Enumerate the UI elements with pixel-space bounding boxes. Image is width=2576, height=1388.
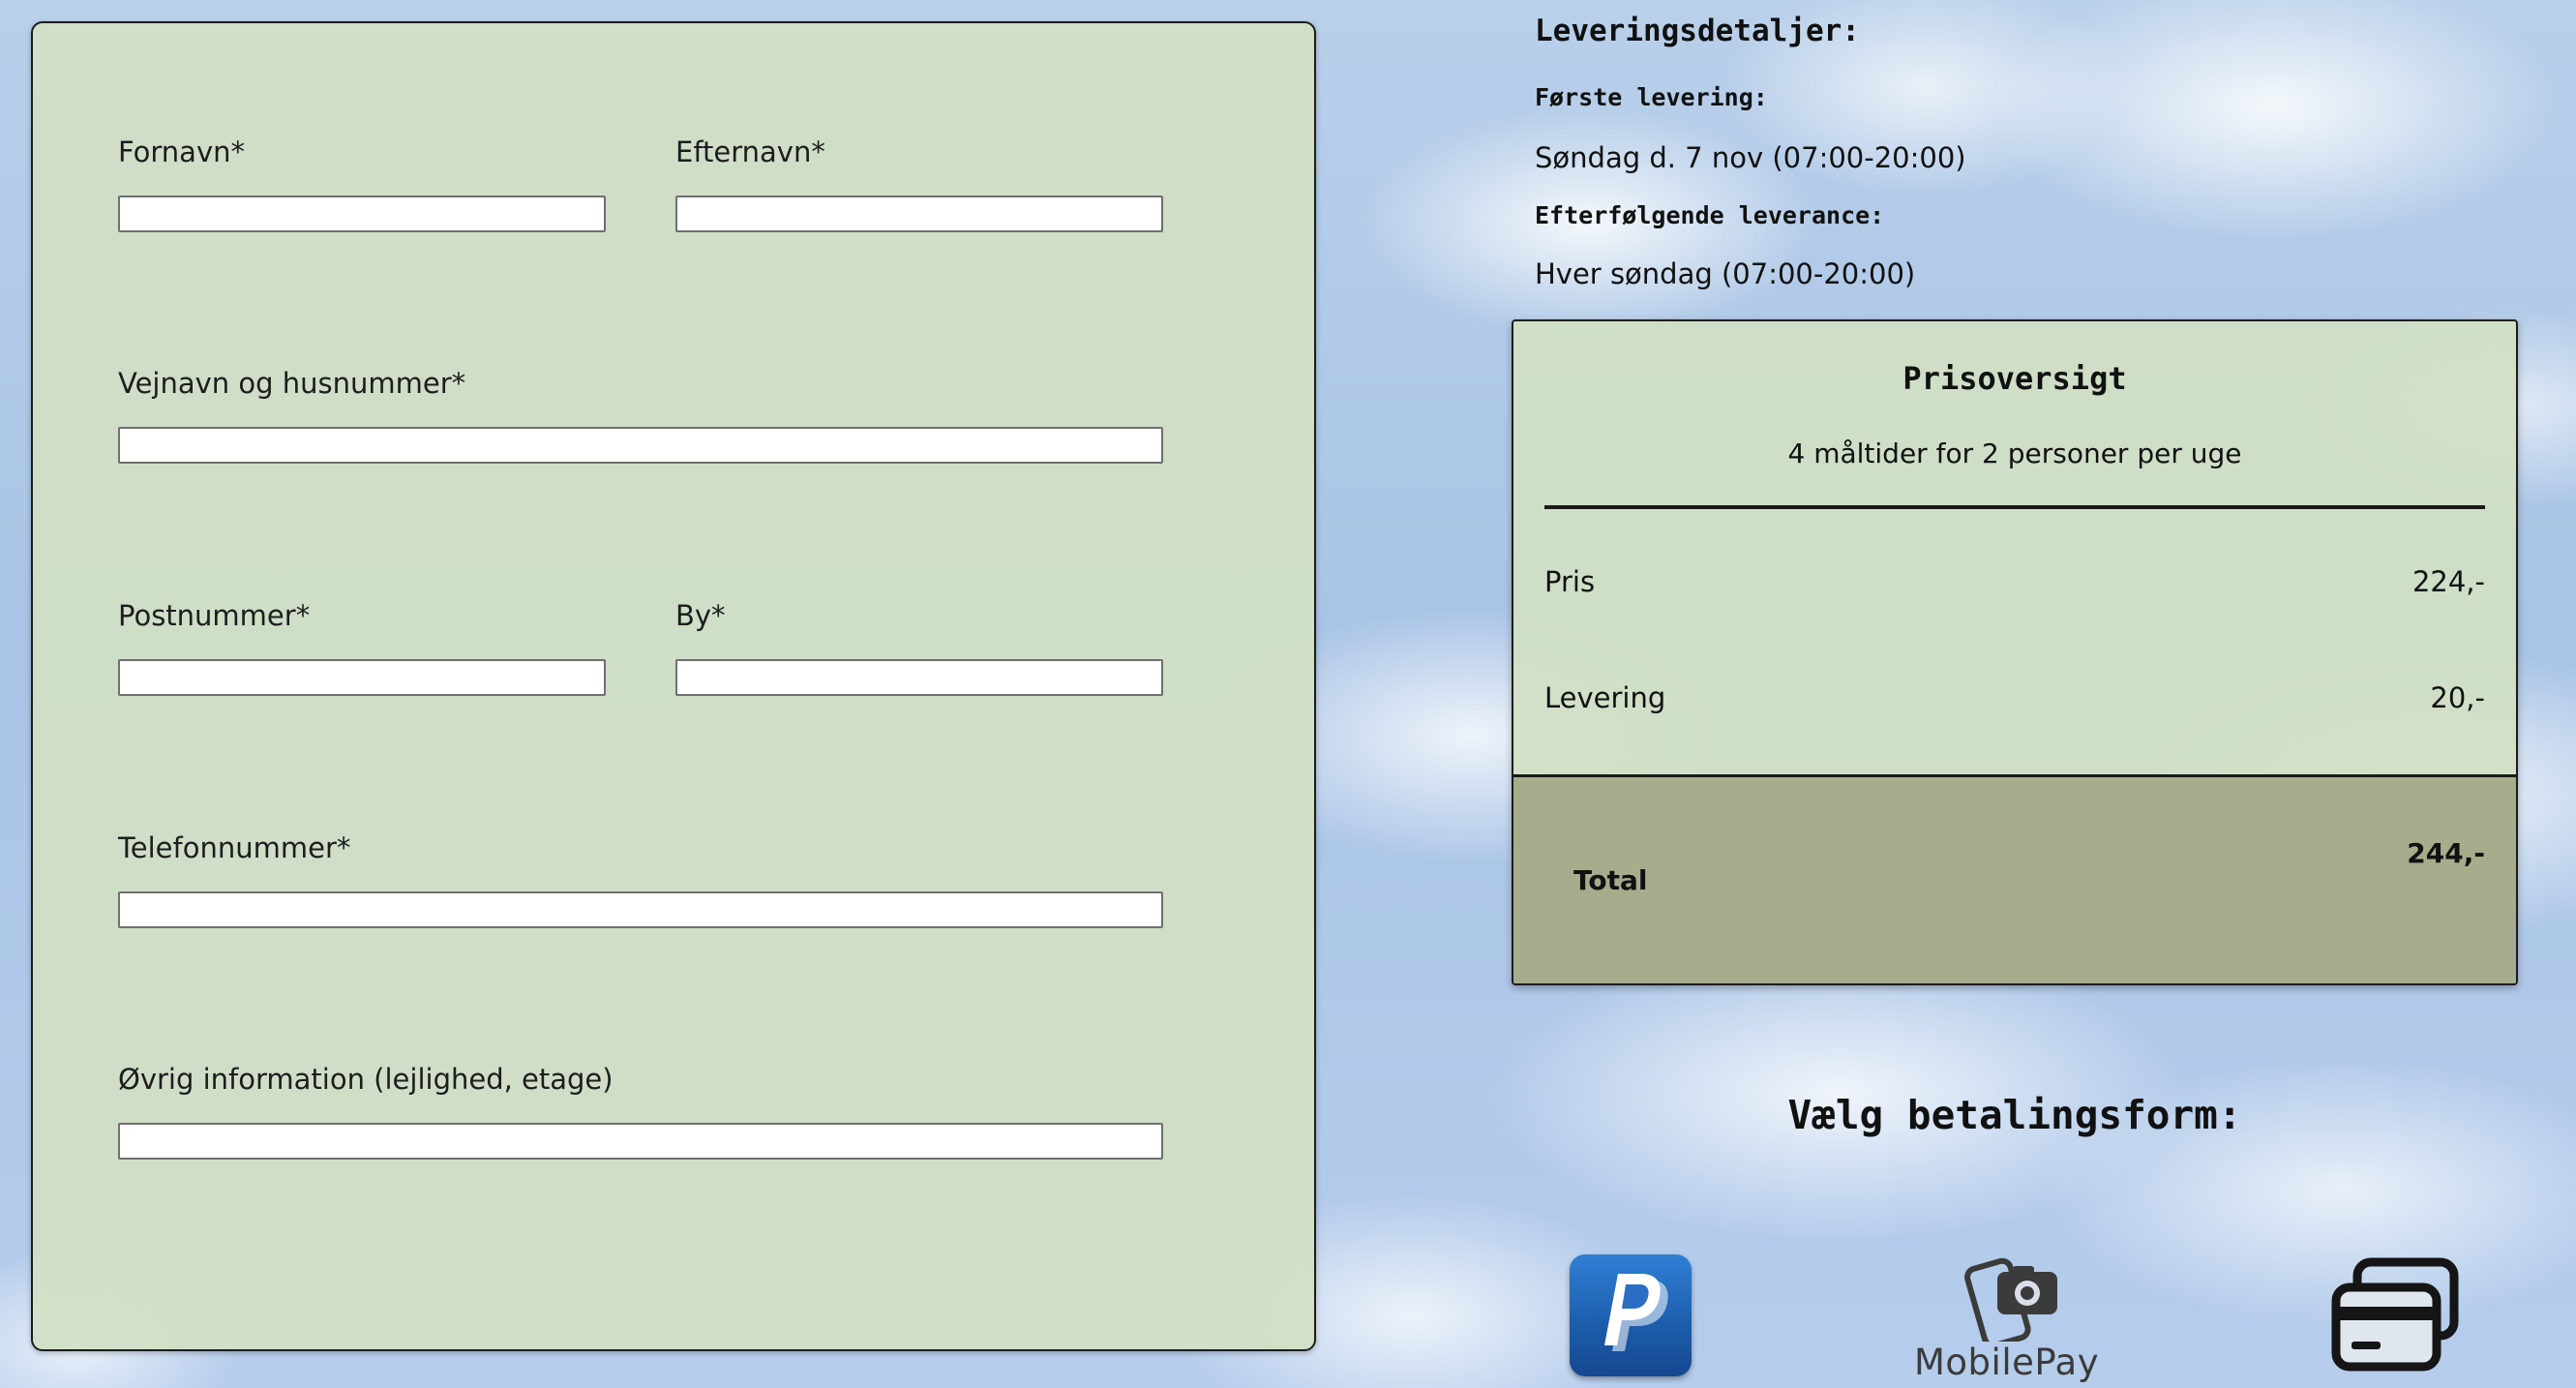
total-row: Total 244,- (1513, 774, 2516, 983)
price-row-value: 224,- (2411, 565, 2485, 598)
last-name-label: Efternavn* (675, 136, 825, 168)
mobilepay-label: MobilePay (1914, 1342, 2100, 1383)
delivery-title: Leveringsdetaljer: (1535, 14, 1860, 48)
delivery-fee-value: 20,- (2430, 681, 2485, 714)
delivery-fee-label: Levering (1544, 681, 1666, 714)
street-input[interactable] (118, 427, 1163, 464)
price-overview: Prisoversigt 4 måltider for 2 personer p… (1512, 319, 2518, 985)
first-name-input[interactable] (118, 196, 606, 232)
credit-card-button[interactable] (2330, 1254, 2462, 1378)
postal-code-label: Postnummer* (118, 599, 311, 632)
last-name-input[interactable] (675, 196, 1163, 232)
first-delivery-label: Første levering: (1535, 83, 1768, 111)
other-info-input[interactable] (118, 1123, 1163, 1160)
subsequent-delivery-label: Efterfølgende leverance: (1535, 201, 1885, 229)
mobilepay-icon (1964, 1257, 2057, 1342)
paypal-icon (1604, 1274, 1668, 1351)
price-subtitle: 4 måltider for 2 personer per uge (1787, 438, 2242, 469)
price-title: Prisoversigt (1902, 360, 2127, 397)
subsequent-delivery-value: Hver søndag (07:00-20:00) (1535, 257, 1916, 290)
postal-code-input[interactable] (118, 659, 606, 696)
phone-input[interactable] (118, 891, 1163, 928)
total-value: 244,- (2407, 837, 2485, 869)
price-divider (1544, 505, 2485, 509)
total-label: Total (1573, 864, 1648, 896)
city-input[interactable] (675, 659, 1163, 696)
payment-title: Vælg betalingsform: (1787, 1092, 2242, 1138)
address-form-panel: Fornavn* Efternavn* Vejnavn og husnummer… (31, 21, 1316, 1351)
street-label: Vejnavn og husnummer* (118, 367, 466, 400)
first-delivery-value: Søndag d. 7 nov (07:00-20:00) (1535, 141, 1966, 174)
phone-label: Telefonnummer* (118, 831, 351, 864)
paypal-button[interactable] (1570, 1254, 1692, 1376)
first-name-label: Fornavn* (118, 136, 245, 168)
price-row-label: Pris (1544, 565, 1596, 598)
credit-card-icon (2331, 1257, 2459, 1372)
mobilepay-button[interactable]: MobilePay (1906, 1249, 2139, 1384)
city-label: By* (675, 599, 726, 632)
other-info-label: Øvrig information (lejlighed, etage) (118, 1063, 614, 1096)
